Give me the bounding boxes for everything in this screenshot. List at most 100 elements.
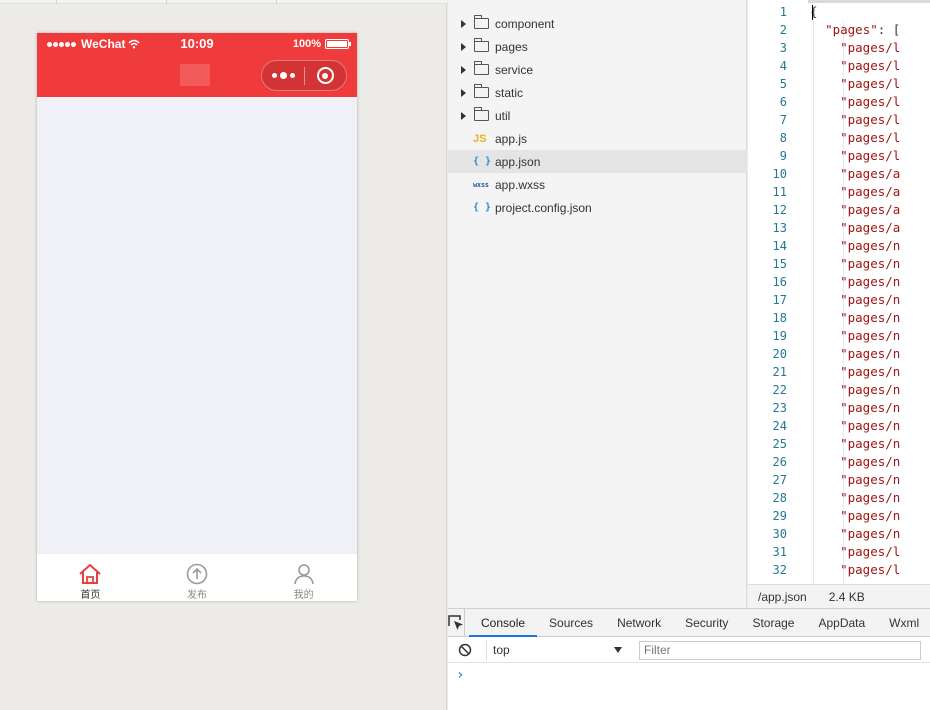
close-miniprogram-button[interactable] — [305, 61, 346, 90]
editor-status-bar: /app.json 2.4 KB — [748, 584, 930, 608]
code-line: "pages/n — [810, 454, 901, 469]
folder-component[interactable]: component — [448, 12, 747, 35]
inspect-element-button[interactable] — [448, 608, 465, 637]
file-explorer: component pages service static util JS ap… — [448, 0, 747, 608]
line-number: 10 — [772, 167, 787, 181]
code-line: "pages/n — [810, 256, 901, 271]
code-area[interactable]: { "pages": [ "pages/l "pages/l "pages/l … — [810, 3, 900, 579]
navigation-bar — [37, 55, 357, 97]
code-line: "pages/n — [810, 238, 901, 253]
line-number: 22 — [772, 383, 787, 397]
folder-icon — [474, 15, 489, 29]
caret-right-icon[interactable] — [461, 42, 466, 51]
file-project-config-json[interactable]: { } project.config.json — [448, 196, 747, 219]
line-number: 14 — [772, 239, 787, 253]
tab-label: 我的 — [293, 590, 314, 601]
code-line: "pages/l — [810, 76, 901, 91]
caret-right-icon[interactable] — [461, 19, 466, 28]
tab-appdata[interactable]: AppData — [806, 609, 877, 637]
context-selector[interactable]: top — [486, 640, 628, 660]
js-file-icon: JS — [473, 132, 487, 145]
console-filter-input[interactable] — [639, 640, 921, 660]
console-toolbar: top — [448, 638, 930, 663]
tab-home[interactable]: 首页 — [37, 554, 144, 601]
folder-icon — [474, 84, 489, 98]
upload-icon — [186, 563, 208, 585]
tab-sources[interactable]: Sources — [537, 609, 605, 637]
line-number: 15 — [772, 257, 787, 271]
tab-wxml[interactable]: Wxml — [877, 609, 930, 637]
code-line: "pages/l — [810, 148, 901, 163]
folder-static[interactable]: static — [448, 81, 747, 104]
battery-percent: 100% — [292, 38, 321, 50]
code-line: "pages/n — [810, 472, 901, 487]
line-number: 19 — [772, 329, 787, 343]
menu-capsule — [261, 60, 347, 91]
tab-security[interactable]: Security — [673, 609, 740, 637]
line-number: 20 — [772, 347, 787, 361]
code-line: "pages/l — [810, 562, 901, 577]
nav-title-placeholder — [180, 64, 210, 86]
code-line: "pages/l — [810, 544, 901, 559]
line-number: 9 — [779, 149, 787, 163]
dropdown-arrow-icon — [614, 647, 622, 653]
line-number: 17 — [772, 293, 787, 307]
home-icon — [79, 564, 101, 584]
context-value: top — [493, 643, 510, 657]
tab-mine[interactable]: 我的 — [250, 554, 357, 601]
line-number: 21 — [772, 365, 787, 379]
line-number: 30 — [772, 527, 787, 541]
code-line: "pages/n — [810, 328, 901, 343]
wxss-file-icon: wxss — [473, 180, 489, 189]
line-number: 4 — [779, 59, 787, 73]
console-prompt[interactable]: › — [456, 667, 464, 683]
line-number: 29 — [772, 509, 787, 523]
code-line: "pages/n — [810, 400, 901, 415]
code-line: "pages/a — [810, 166, 901, 181]
code-line: "pages/a — [810, 220, 901, 235]
devtools-tab-bar: Console Sources Network Security Storage AppD… — [448, 608, 930, 637]
code-line: "pages/n — [810, 490, 901, 505]
folder-service[interactable]: service — [448, 58, 747, 81]
clear-console-button[interactable] — [448, 643, 482, 657]
tab-network[interactable]: Network — [605, 609, 673, 637]
code-line: "pages/n — [810, 346, 901, 361]
tab-console[interactable]: Console — [469, 609, 538, 637]
file-path: /app.json — [758, 589, 807, 604]
simulator-pane: WeChat 10:09 100% 首页 发布 我的 — [0, 0, 447, 710]
caret-right-icon[interactable] — [461, 65, 466, 74]
caret-right-icon[interactable] — [461, 88, 466, 97]
inspect-cursor-icon — [448, 614, 463, 630]
line-number: 5 — [779, 77, 787, 91]
file-app-js[interactable]: JS app.js — [448, 127, 747, 150]
line-number: 12 — [772, 203, 787, 217]
code-line: { — [810, 4, 818, 19]
line-number: 25 — [772, 437, 787, 451]
line-number-gutter: 1 2 3 4 5 6 7 8 9 10 11 12 13 14 15 16 17 18 19 20 21 22 23 24 2… — [748, 3, 792, 579]
more-button[interactable] — [262, 61, 304, 90]
folder-util[interactable]: util — [448, 104, 747, 127]
status-bar: WeChat 10:09 100% — [37, 33, 357, 55]
code-line: "pages/l — [810, 58, 901, 73]
line-number: 2 — [779, 23, 787, 37]
line-number: 11 — [772, 185, 787, 199]
code-line: "pages/l — [810, 130, 901, 145]
code-line: "pages/n — [810, 418, 901, 433]
line-number: 28 — [772, 491, 787, 505]
line-number: 31 — [772, 545, 787, 559]
line-number: 32 — [772, 563, 787, 577]
code-line: "pages/n — [810, 526, 901, 541]
code-line: "pages/l — [810, 112, 901, 127]
file-app-wxss[interactable]: wxss app.wxss — [448, 173, 747, 196]
line-number: 13 — [772, 221, 787, 235]
json-file-icon: { } — [473, 156, 492, 167]
folder-pages[interactable]: pages — [448, 35, 747, 58]
code-line: "pages/l — [810, 40, 901, 55]
tab-label: 首页 — [80, 590, 101, 601]
tab-storage[interactable]: Storage — [740, 609, 806, 637]
file-app-json[interactable]: { } app.json — [448, 150, 747, 173]
caret-right-icon[interactable] — [461, 111, 466, 120]
code-editor[interactable]: 1 2 3 4 5 6 7 8 9 10 11 12 13 14 15 16 17 18 19 20 21 22 23 24 2… — [748, 0, 930, 608]
tab-publish[interactable]: 发布 — [144, 554, 251, 601]
line-number: 1 — [779, 5, 787, 19]
